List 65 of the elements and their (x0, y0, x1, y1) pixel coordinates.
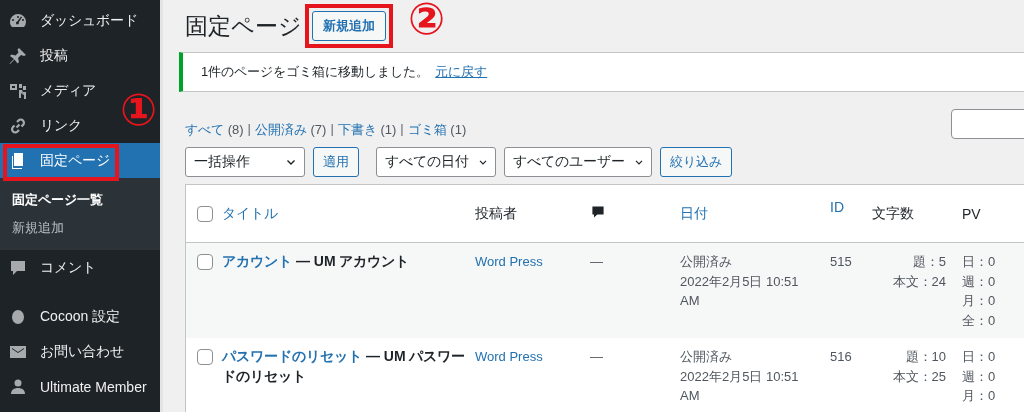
sidebar-menu-item[interactable]: コメント (0, 250, 104, 285)
char-count-text: 本文：24 (892, 272, 946, 291)
speech-bubble-icon (590, 204, 606, 220)
notice-message: 1件のページをゴミ箱に移動しました。 (201, 63, 430, 81)
checkbox[interactable] (197, 349, 213, 365)
post-title-link[interactable]: パスワードのリセット (222, 348, 362, 364)
status-text: 公開済み (680, 253, 733, 271)
sidebar-menu-item[interactable]: メディア (0, 73, 104, 108)
apply-button[interactable]: 適用 (313, 147, 359, 177)
column-sort-link[interactable]: ID (830, 199, 872, 215)
column-header: 投稿者 (475, 204, 518, 223)
add-new-button[interactable]: 新規追加 (312, 11, 386, 41)
checkbox[interactable] (197, 205, 213, 222)
undo-link[interactable]: 元に戻す (435, 63, 488, 81)
filter-button[interactable]: 絞り込み (660, 147, 732, 177)
separator-text: | (400, 121, 404, 138)
char-count-text: 題：10 (905, 348, 946, 366)
table-cell-text: — (590, 348, 604, 366)
pv-count-text: 日：0 (962, 253, 997, 271)
dropdown[interactable]: 一括操作 (185, 147, 305, 177)
view-filter-link[interactable]: すべて (8) (185, 121, 244, 139)
dropdown[interactable]: すべての日付 (376, 147, 496, 177)
date-text: 2022年2月5日 10:51 AM (680, 367, 800, 405)
status-text: 公開済み (680, 348, 733, 366)
view-filter-link[interactable]: ゴミ箱 (1) (407, 121, 467, 139)
separator-text: | (247, 121, 251, 138)
callout-number: ① (120, 88, 158, 132)
post-title-text: パスワードのリセット — UM パスワードのリセット (222, 347, 467, 386)
sidebar-menu-item[interactable]: 投稿 (0, 38, 76, 73)
column-sort-link[interactable]: タイトル (222, 204, 475, 223)
pv-count-text: 月：0 (962, 292, 997, 310)
view-filter-link[interactable]: 下書き (1) (337, 121, 397, 139)
table-cell-text: 516 (830, 348, 853, 366)
char-count-text: 本文：25 (892, 367, 946, 386)
page-title: 固定ページ (185, 11, 302, 41)
pv-count-text: 月：0 (962, 387, 997, 405)
dropdown[interactable]: すべてのユーザー (504, 147, 652, 177)
sidebar-menu-item[interactable]: お問い合わせ (0, 334, 132, 369)
sidebar-menu-item[interactable]: ダッシュボード (0, 3, 146, 38)
pv-count-text: 全：0 (962, 311, 997, 330)
callout-number: ② (408, 0, 446, 41)
char-count-text: 題：5 (912, 253, 946, 271)
pushpin-icon (8, 45, 28, 66)
pv-count-text: 週：0 (962, 272, 997, 291)
sidebar-menu-item[interactable]: リンク (0, 108, 90, 143)
view-filter-link[interactable]: 公開済み (7) (254, 121, 327, 139)
table-cell-text: 515 (830, 253, 853, 271)
column-sort-link[interactable]: 日付 (680, 204, 830, 223)
checkbox[interactable] (197, 254, 213, 270)
submenu-item[interactable]: 新規追加 (0, 214, 160, 242)
column-header: PV (962, 205, 982, 222)
separator-text: | (330, 121, 334, 138)
column-header: 文字数 (872, 204, 915, 223)
table-cell-text: — (590, 253, 604, 271)
sidebar-menu-item[interactable]: 固定ページ (0, 143, 160, 178)
pv-count-text: 週：0 (962, 367, 997, 386)
date-text: 2022年2月5日 10:51 AM (680, 272, 800, 310)
post-title-text: アカウント — UM アカウント (222, 252, 411, 271)
author-link[interactable]: Word Press (475, 349, 543, 364)
post-title-link[interactable]: アカウント (222, 253, 292, 269)
sidebar-menu-item[interactable]: Cocoon 設定 (0, 299, 129, 334)
author-link[interactable]: Word Press (475, 254, 543, 269)
pv-count-text: 日：0 (962, 348, 997, 366)
submenu-item[interactable]: 固定ページ一覧 (0, 186, 160, 214)
sidebar-menu-item[interactable]: Ultimate Member (0, 369, 155, 404)
